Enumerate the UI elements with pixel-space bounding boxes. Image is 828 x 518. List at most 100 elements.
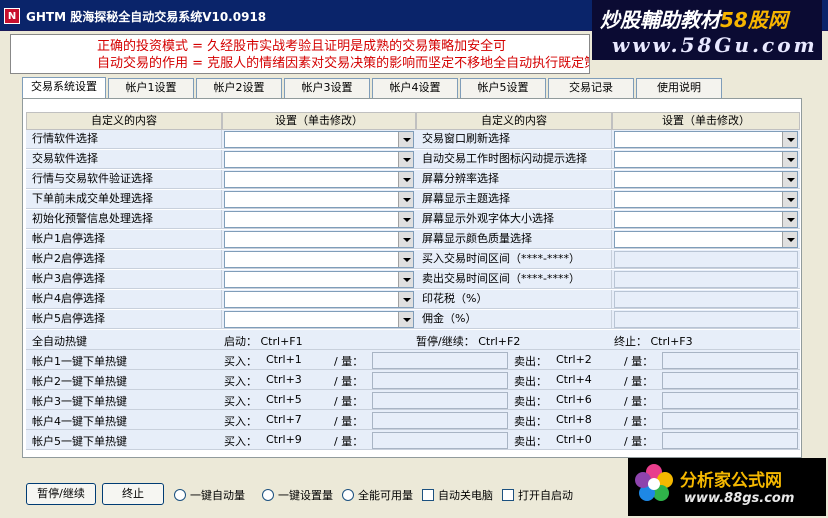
right-setting-label: 屏幕显示颜色质量选择 <box>416 230 612 249</box>
setting-input[interactable] <box>614 291 798 308</box>
chevron-down-icon[interactable] <box>782 132 797 147</box>
right-setting-cell <box>612 270 800 289</box>
start-hotkey: 启动： Ctrl+F1 <box>224 335 303 348</box>
chevron-down-icon[interactable] <box>782 232 797 247</box>
left-setting-cell <box>222 170 416 189</box>
tab-account2[interactable]: 帐户2设置 <box>196 78 282 98</box>
chevron-down-icon[interactable] <box>398 232 413 247</box>
chevron-down-icon[interactable] <box>398 292 413 307</box>
account-hotkey-row: 帐户4一键下单热键 买入： Ctrl+7 / 量： 卖出： Ctrl+8 / 量： <box>26 410 800 430</box>
window-title: GHTM 股海探秘全自动交易系统V10.0918 <box>26 10 267 24</box>
checkbox-auto-shutdown[interactable]: 自动关电脑 <box>422 487 493 503</box>
buy-label: 买入： <box>224 355 257 368</box>
chevron-down-icon[interactable] <box>398 192 413 207</box>
tab-system-settings[interactable]: 交易系统设置 <box>22 77 106 99</box>
buy-label: 买入： <box>224 395 257 408</box>
buy-qty-input[interactable] <box>372 412 508 429</box>
left-setting-label: 帐户3启停选择 <box>26 270 222 289</box>
sell-qty-input[interactable] <box>662 372 798 389</box>
chevron-down-icon[interactable] <box>398 312 413 327</box>
sell-label: 卖出： <box>514 355 547 368</box>
setting-dropdown[interactable] <box>224 171 414 188</box>
setting-dropdown[interactable] <box>224 311 414 328</box>
setting-dropdown[interactable] <box>614 191 798 208</box>
setting-input[interactable] <box>614 251 798 268</box>
stop-button[interactable]: 终止 <box>102 483 164 505</box>
chevron-down-icon[interactable] <box>782 152 797 167</box>
buy-hotkey: Ctrl+9 <box>266 433 302 446</box>
sell-qty-label: / 量： <box>624 415 654 428</box>
title-bar: N GHTM 股海探秘全自动交易系统V10.0918 炒股輔助教材58股网 ww… <box>0 0 828 60</box>
radio-icon <box>342 489 354 501</box>
account-hotkey-row: 帐户1一键下单热键 买入： Ctrl+1 / 量： 卖出： Ctrl+2 / 量： <box>26 350 800 370</box>
buy-hotkey: Ctrl+5 <box>266 393 302 406</box>
setting-dropdown[interactable] <box>614 131 798 148</box>
settings-panel: 自定义的内容 设置（单击修改） 自定义的内容 设置（单击修改） 行情软件选择 交易… <box>22 98 802 458</box>
setting-dropdown[interactable] <box>224 131 414 148</box>
sell-qty-input[interactable] <box>662 412 798 429</box>
tab-account1[interactable]: 帐户1设置 <box>108 78 194 98</box>
global-hotkey-label: 全自动热键 <box>32 335 87 348</box>
setting-dropdown[interactable] <box>224 151 414 168</box>
account-hotkey-row: 帐户5一键下单热键 买入： Ctrl+9 / 量： 卖出： Ctrl+0 / 量： <box>26 430 800 450</box>
right-setting-cell <box>612 130 800 149</box>
setting-dropdown[interactable] <box>224 251 414 268</box>
tab-trade-log[interactable]: 交易记录 <box>548 78 634 98</box>
left-setting-cell <box>222 230 416 249</box>
left-setting-cell <box>222 150 416 169</box>
right-setting-label: 卖出交易时间区间（****-****） <box>416 270 612 289</box>
setting-dropdown[interactable] <box>614 231 798 248</box>
sell-qty-input[interactable] <box>662 392 798 409</box>
right-setting-label: 屏幕分辨率选择 <box>416 170 612 189</box>
buy-label: 买入： <box>224 375 257 388</box>
setting-dropdown[interactable] <box>224 211 414 228</box>
setting-dropdown[interactable] <box>614 151 798 168</box>
setting-dropdown[interactable] <box>224 271 414 288</box>
chevron-down-icon[interactable] <box>782 172 797 187</box>
option-set-qty[interactable]: 一键设置量 <box>262 487 333 503</box>
option-auto-qty[interactable]: 一键自动量 <box>174 487 245 503</box>
buy-qty-input[interactable] <box>372 352 508 369</box>
chevron-down-icon[interactable] <box>398 152 413 167</box>
left-setting-cell <box>222 270 416 289</box>
right-setting-label: 自动交易工作时图标闪动提示选择 <box>416 150 612 169</box>
setting-dropdown[interactable] <box>224 191 414 208</box>
tab-account4[interactable]: 帐户4设置 <box>372 78 458 98</box>
sell-qty-input[interactable] <box>662 352 798 369</box>
chevron-down-icon[interactable] <box>398 252 413 267</box>
setting-dropdown[interactable] <box>224 291 414 308</box>
buy-qty-input[interactable] <box>372 372 508 389</box>
left-setting-label: 行情与交易软件验证选择 <box>26 170 222 189</box>
setting-dropdown[interactable] <box>614 171 798 188</box>
tab-help[interactable]: 使用说明 <box>636 78 722 98</box>
setting-dropdown[interactable] <box>614 211 798 228</box>
chevron-down-icon[interactable] <box>398 272 413 287</box>
radio-icon <box>174 489 186 501</box>
chevron-down-icon[interactable] <box>398 212 413 227</box>
right-setting-cell <box>612 310 800 329</box>
sell-qty-label: / 量： <box>624 375 654 388</box>
setting-input[interactable] <box>614 311 798 328</box>
setting-input[interactable] <box>614 271 798 288</box>
left-setting-label: 帐户1启停选择 <box>26 230 222 249</box>
global-hotkey-row: 全自动热键 启动： Ctrl+F1 暂停/继续： Ctrl+F2 终止： Ctrl+F… <box>26 330 800 350</box>
buy-hotkey: Ctrl+7 <box>266 413 302 426</box>
checkbox-autostart[interactable]: 打开自启动 <box>502 487 573 503</box>
sell-qty-input[interactable] <box>662 432 798 449</box>
tab-account3[interactable]: 帐户3设置 <box>284 78 370 98</box>
buy-qty-input[interactable] <box>372 432 508 449</box>
chevron-down-icon[interactable] <box>398 172 413 187</box>
pause-resume-button[interactable]: 暂停/继续 <box>26 483 96 505</box>
left-setting-cell <box>222 250 416 269</box>
buy-qty-input[interactable] <box>372 392 508 409</box>
option-all-available[interactable]: 全能可用量 <box>342 487 413 503</box>
sell-hotkey: Ctrl+4 <box>556 373 592 386</box>
right-setting-cell <box>612 250 800 269</box>
tab-account5[interactable]: 帐户5设置 <box>460 78 546 98</box>
right-setting-label: 屏幕显示主题选择 <box>416 190 612 209</box>
chevron-down-icon[interactable] <box>782 212 797 227</box>
left-setting-label: 初始化预警信息处理选择 <box>26 210 222 229</box>
setting-dropdown[interactable] <box>224 231 414 248</box>
chevron-down-icon[interactable] <box>398 132 413 147</box>
chevron-down-icon[interactable] <box>782 192 797 207</box>
